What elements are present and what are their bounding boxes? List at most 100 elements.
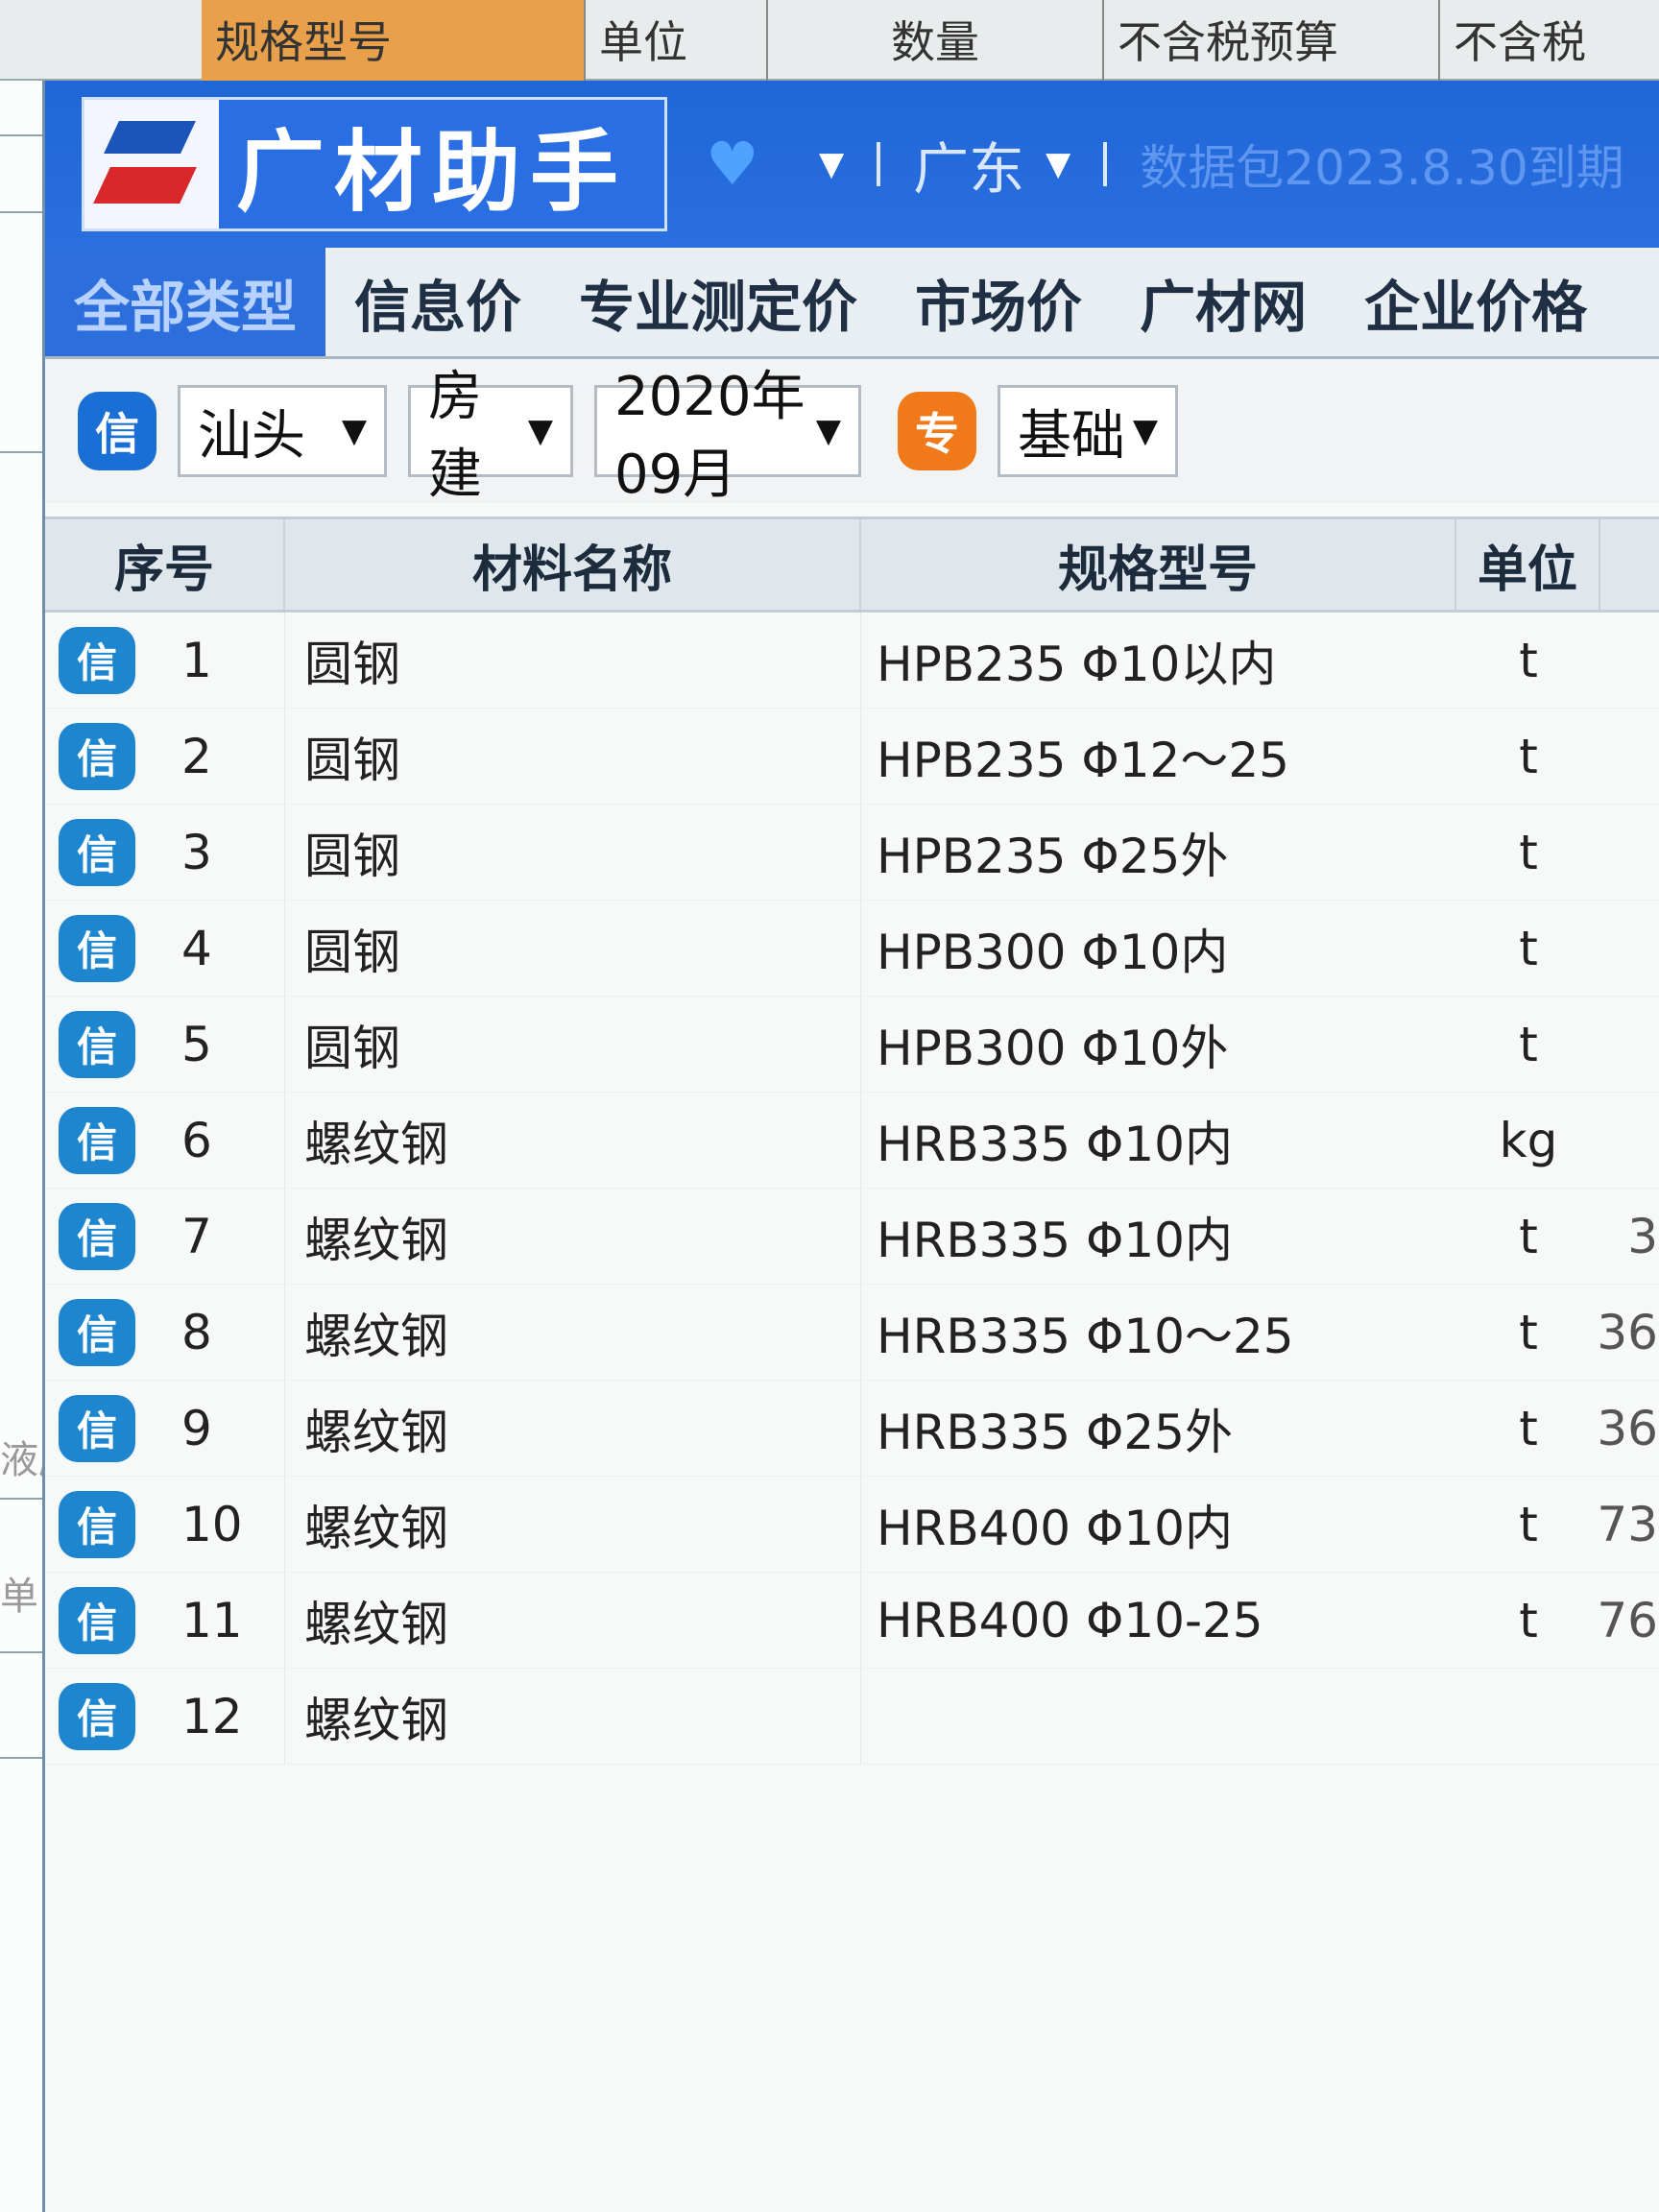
- region-selector[interactable]: 广东 ▼: [913, 124, 1070, 204]
- material-name: 圆钢: [285, 901, 861, 996]
- row-index: 3: [181, 824, 212, 880]
- spec-model: HRB335 Φ25外: [877, 1404, 1233, 1460]
- caret-down-icon: ▼: [527, 412, 553, 450]
- special-price-badge: 专: [898, 392, 976, 470]
- table-row[interactable]: 信 5 圆钢 HPB300 Φ10外 t: [45, 997, 1659, 1093]
- table-row[interactable]: 信 1 圆钢 HPB235 Φ10以内 t: [45, 613, 1659, 709]
- column-header-spec[interactable]: 规格型号: [861, 519, 1456, 610]
- row-index: 4: [181, 920, 212, 976]
- special-type-value: 基础: [1018, 404, 1125, 468]
- title-bar: 广材助手 ♥ ▼ 广东 ▼ 数据包2023.8.30到期: [45, 81, 1659, 248]
- city-select[interactable]: 汕头 ▼: [178, 385, 387, 477]
- material-name: 螺纹钢: [285, 1669, 861, 1764]
- category-value: 房建: [428, 366, 482, 506]
- unit: [1456, 1669, 1600, 1764]
- table-row[interactable]: 信 12 螺纹钢: [45, 1669, 1659, 1765]
- material-name: 圆钢: [285, 709, 861, 804]
- info-price-badge: 信: [78, 392, 156, 470]
- tab-all-types[interactable]: 全部类型: [45, 248, 326, 356]
- table-row[interactable]: 信 11 螺纹钢 HRB400 Φ10-25 t 376: [45, 1573, 1659, 1669]
- tab-enterprise-price[interactable]: 企业价格: [1335, 248, 1616, 356]
- caret-down-icon: ▼: [1046, 145, 1071, 183]
- row-index: 2: [181, 728, 212, 784]
- info-badge: 信: [59, 1010, 135, 1078]
- spec-model: [861, 1669, 1456, 1764]
- table-row[interactable]: 信 7 螺纹钢 HRB335 Φ10内 t 3: [45, 1189, 1659, 1285]
- app-logo: 广材助手: [82, 97, 667, 231]
- unit: t: [1519, 920, 1538, 976]
- row-index: 1: [181, 632, 212, 688]
- price: [1600, 1669, 1658, 1764]
- unit: t: [1519, 1592, 1538, 1648]
- spec-model: HPB235 Φ25外: [877, 828, 1229, 884]
- tab-market-price[interactable]: 市场价: [886, 248, 1111, 356]
- unit: t: [1519, 1400, 1538, 1456]
- app-window: 广材助手 ♥ ▼ 广东 ▼ 数据包2023.8.30到期 全部类型 信息价 专业…: [42, 81, 1659, 2212]
- info-badge: 信: [59, 1394, 135, 1462]
- table-row[interactable]: 信 2 圆钢 HPB235 Φ12～25 t: [45, 709, 1659, 805]
- material-name: 螺纹钢: [285, 1381, 861, 1476]
- unit: t: [1519, 632, 1538, 688]
- row-index: 5: [181, 1016, 212, 1072]
- spec-model: HPB300 Φ10内: [877, 924, 1229, 980]
- info-badge: 信: [59, 722, 135, 790]
- favorite-heart-icon[interactable]: ♥: [706, 134, 765, 194]
- spec-model: HPB300 Φ10外: [877, 1020, 1229, 1076]
- spreadsheet-header-cell[interactable]: 单位: [586, 0, 768, 81]
- spreadsheet-header-cell[interactable]: 不含税预算: [1104, 0, 1440, 81]
- special-type-select[interactable]: 基础 ▼: [998, 385, 1178, 477]
- logo-icon: [84, 100, 219, 228]
- favorite-dropdown[interactable]: ▼: [798, 145, 844, 183]
- material-price-table: 序号 材料名称 规格型号 单位 信 1 圆钢 HPB235 Φ10以内 t 信 2 圆钢 HP…: [45, 517, 1659, 1765]
- column-header-index[interactable]: 序号: [45, 519, 285, 610]
- spreadsheet-header-row: 规格型号 单位 数量 不含税预算 不含税: [0, 0, 1659, 81]
- category-select[interactable]: 房建 ▼: [408, 366, 573, 506]
- spec-model: HRB335 Φ10内: [877, 1212, 1233, 1268]
- unit: kg: [1499, 1112, 1558, 1168]
- spreadsheet-header-cell[interactable]: 规格型号: [202, 0, 586, 81]
- info-badge: 信: [59, 818, 135, 886]
- spec-model: HPB235 Φ12～25: [877, 732, 1289, 788]
- info-badge: 信: [59, 1586, 135, 1654]
- table-row[interactable]: 信 10 螺纹钢 HRB400 Φ10内 t 373: [45, 1477, 1659, 1573]
- row-index: 12: [181, 1688, 243, 1744]
- unit: t: [1519, 824, 1538, 880]
- spreadsheet-header-cell[interactable]: 不含税: [1440, 0, 1659, 81]
- table-row[interactable]: 信 8 螺纹钢 HRB335 Φ10～25 t 36: [45, 1285, 1659, 1381]
- divider: [1103, 142, 1108, 186]
- spreadsheet-header-cell[interactable]: 数量: [768, 0, 1104, 81]
- unit: t: [1519, 1016, 1538, 1072]
- tab-professional-price[interactable]: 专业测定价: [550, 248, 886, 356]
- column-header-name[interactable]: 材料名称: [285, 519, 861, 610]
- material-name: 螺纹钢: [285, 1285, 861, 1380]
- row-index: 7: [181, 1208, 212, 1264]
- table-row[interactable]: 信 4 圆钢 HPB300 Φ10内 t: [45, 901, 1659, 997]
- spec-model: HRB400 Φ10内: [877, 1500, 1233, 1556]
- row-index: 10: [181, 1496, 243, 1552]
- caret-down-icon: ▼: [819, 145, 845, 183]
- price: [1600, 805, 1658, 900]
- period-select[interactable]: 2020年09月 ▼: [594, 366, 861, 506]
- material-name: 螺纹钢: [285, 1189, 861, 1284]
- tab-gcw[interactable]: 广材网: [1111, 248, 1335, 356]
- info-badge: 信: [59, 1490, 135, 1558]
- table-row[interactable]: 信 6 螺纹钢 HRB335 Φ10内 kg: [45, 1093, 1659, 1189]
- table-row[interactable]: 信 9 螺纹钢 HRB335 Φ25外 t 36: [45, 1381, 1659, 1477]
- spec-model: HRB335 Φ10内: [877, 1116, 1233, 1172]
- spec-model: HRB400 Φ10-25: [877, 1592, 1263, 1648]
- material-name: 螺纹钢: [285, 1093, 861, 1188]
- table-row[interactable]: 信 3 圆钢 HPB235 Φ25外 t: [45, 805, 1659, 901]
- row-index: 6: [181, 1112, 212, 1168]
- tab-info-price[interactable]: 信息价: [325, 248, 550, 356]
- app-name: 广材助手: [236, 120, 629, 224]
- column-header-unit[interactable]: 单位: [1456, 519, 1600, 610]
- city-value: 汕头: [198, 404, 305, 468]
- price: 36: [1600, 1400, 1658, 1456]
- row-index: 9: [181, 1400, 212, 1456]
- price: [1600, 709, 1658, 804]
- unit: t: [1519, 728, 1538, 784]
- material-name: 圆钢: [285, 997, 861, 1092]
- caret-down-icon: ▼: [815, 412, 841, 450]
- price: [1600, 997, 1658, 1092]
- price-type-tabs: 全部类型 信息价 专业测定价 市场价 广材网 企业价格: [45, 248, 1659, 359]
